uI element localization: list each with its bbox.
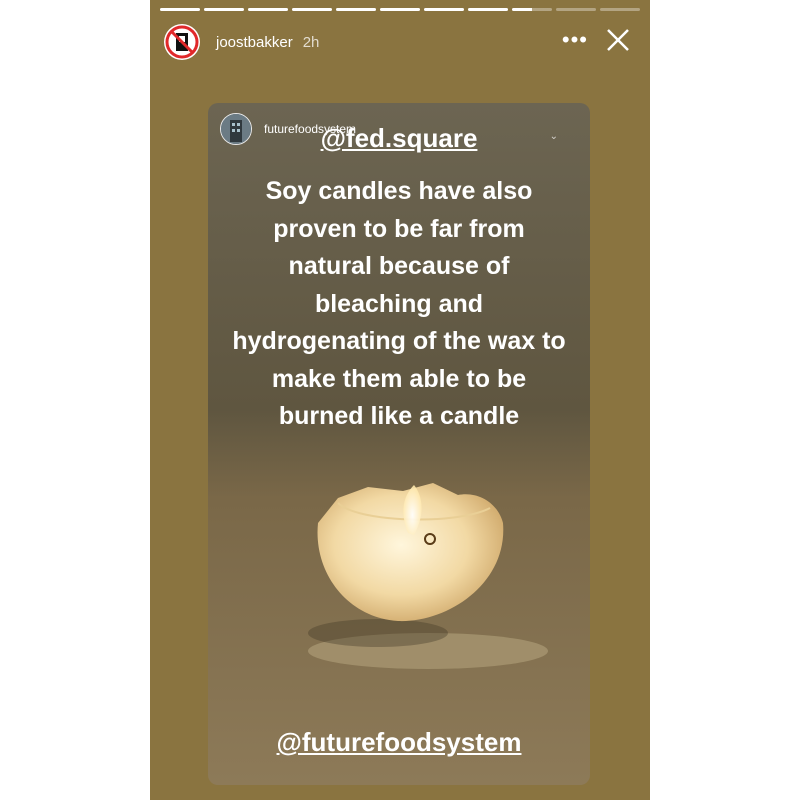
shared-post-card[interactable]: futurefoodsystem ⌄ @fed.square Soy candl… xyxy=(208,103,590,785)
close-icon[interactable] xyxy=(604,26,632,54)
profile-avatar[interactable] xyxy=(164,24,200,60)
more-dots-icon[interactable]: ••• xyxy=(562,29,588,51)
post-time: 2h xyxy=(302,33,320,51)
progress-segment xyxy=(336,8,376,11)
no-sign-logo-icon xyxy=(165,25,199,59)
progress-segment xyxy=(424,8,464,11)
mention-futurefoodsystem[interactable]: @futurefoodsystem xyxy=(208,727,590,758)
progress-segment xyxy=(512,8,552,11)
progress-segment xyxy=(380,8,420,11)
progress-segment xyxy=(468,8,508,11)
progress-segment xyxy=(292,8,332,11)
progress-segment xyxy=(248,8,288,11)
story-viewer[interactable]: joostbakker 2h ••• futurefoodsystem ⌄ @f… xyxy=(150,0,650,800)
username[interactable]: joostbakker xyxy=(216,34,293,51)
progress-segment xyxy=(556,8,596,11)
story-header: joostbakker 2h ••• xyxy=(164,22,636,62)
mention-fed-square[interactable]: @fed.square xyxy=(208,123,590,154)
progress-segment xyxy=(160,8,200,11)
story-progress-bar xyxy=(160,8,640,11)
story-caption: Soy candles have also proven to be far f… xyxy=(232,177,566,430)
progress-segment xyxy=(204,8,244,11)
progress-segment xyxy=(600,8,640,11)
